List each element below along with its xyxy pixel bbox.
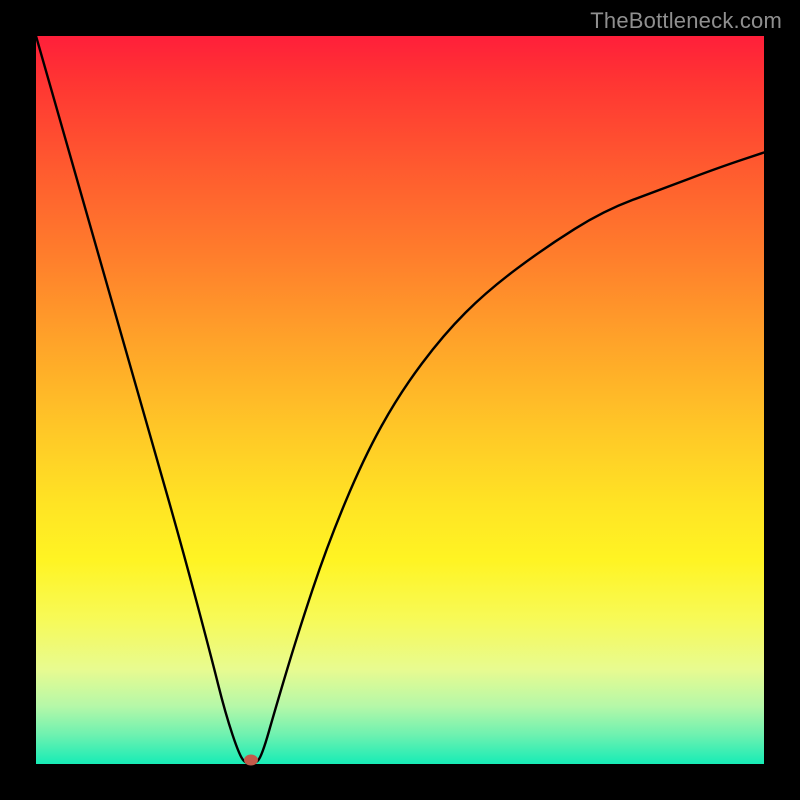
minimum-marker [244,755,258,766]
chart-frame: TheBottleneck.com [0,0,800,800]
plot-area [36,36,764,764]
bottleneck-curve [36,36,764,764]
watermark-text: TheBottleneck.com [590,8,782,34]
